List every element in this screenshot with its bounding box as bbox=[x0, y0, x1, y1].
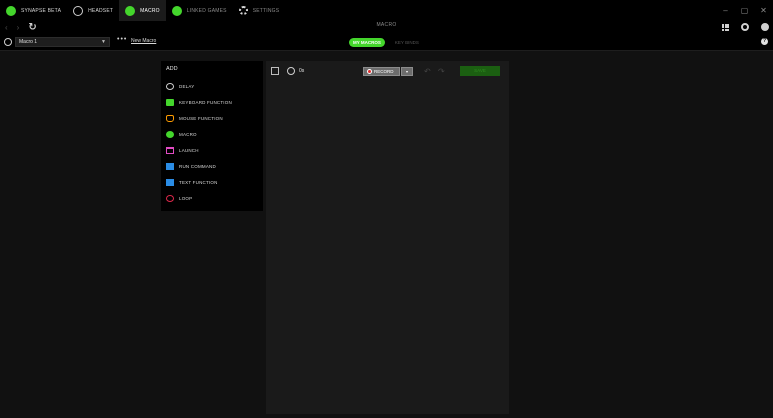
settings-gear-icon[interactable] bbox=[741, 23, 749, 31]
window-controls: – ▢ ✕ bbox=[716, 0, 773, 21]
help-icon[interactable]: ? bbox=[761, 38, 768, 45]
launch-icon bbox=[166, 146, 174, 154]
add-item-label: MOUSE FUNCTION bbox=[179, 115, 223, 121]
tab-settings[interactable]: SETTINGS bbox=[233, 0, 286, 21]
chevron-down-icon: ▼ bbox=[101, 39, 106, 45]
tab-label: MACRO bbox=[140, 7, 160, 14]
add-item-label: LAUNCH bbox=[179, 147, 199, 153]
minimize-button[interactable]: – bbox=[716, 6, 735, 15]
tab-label: LINKED GAMES bbox=[186, 7, 227, 14]
add-panel: ADD DELAY KEYBOARD FUNCTION MOUSE FUNCTI… bbox=[161, 61, 263, 211]
macro-duration: 0s bbox=[299, 68, 305, 74]
clock-icon bbox=[287, 67, 295, 75]
redo-button[interactable]: ↷ bbox=[438, 67, 445, 76]
add-item-label: RUN COMMAND bbox=[179, 163, 216, 169]
tab-synapse-beta[interactable]: SYNAPSE BETA bbox=[0, 0, 67, 21]
tab-label: SETTINGS bbox=[252, 7, 280, 14]
tab-label: HEADSET bbox=[88, 7, 114, 14]
globe-icon[interactable] bbox=[4, 38, 12, 46]
add-item-label: KEYBOARD FUNCTION bbox=[179, 99, 232, 105]
add-launch-item[interactable]: LAUNCH bbox=[166, 145, 199, 155]
razer-logo-icon bbox=[6, 5, 16, 16]
macro-icon bbox=[166, 130, 174, 138]
maximize-button[interactable]: ▢ bbox=[735, 6, 754, 15]
record-dot-icon bbox=[367, 69, 372, 74]
loop-icon bbox=[166, 194, 174, 202]
add-run-command-item[interactable]: RUN COMMAND bbox=[166, 161, 216, 171]
macro-editor: 0s RECORD ▾ ↶ ↷ SAVE bbox=[266, 61, 509, 414]
undo-button[interactable]: ↶ bbox=[424, 67, 431, 76]
tab-linked-games[interactable]: LINKED GAMES bbox=[166, 0, 233, 21]
clock-icon bbox=[166, 82, 174, 90]
view-tabs: MY MACROS KEY BINDS bbox=[349, 37, 423, 47]
add-macro-item[interactable]: MACRO bbox=[166, 129, 197, 139]
mouse-icon bbox=[166, 114, 174, 122]
tab-my-macros[interactable]: MY MACROS bbox=[349, 37, 385, 47]
tab-key-binds[interactable]: KEY BINDS bbox=[391, 38, 423, 47]
add-item-label: TEXT FUNCTION bbox=[179, 179, 218, 185]
record-button[interactable]: RECORD bbox=[363, 67, 400, 76]
apps-grid-icon[interactable] bbox=[722, 23, 729, 31]
title-bar: SYNAPSE BETA HEADSET MACRO LINKED GAMES … bbox=[0, 0, 773, 21]
add-panel-title: ADD bbox=[166, 66, 178, 72]
add-item-label: DELAY bbox=[179, 83, 195, 89]
macro-toolbar: Macro 1 ▼ ••• New Macro MY MACROS KEY BI… bbox=[0, 33, 773, 51]
add-text-function-item[interactable]: TEXT FUNCTION bbox=[166, 177, 218, 187]
tab-headset[interactable]: HEADSET bbox=[67, 0, 119, 21]
text-icon bbox=[166, 178, 174, 186]
add-keyboard-function-item[interactable]: KEYBOARD FUNCTION bbox=[166, 97, 232, 107]
record-label: RECORD bbox=[374, 69, 394, 74]
nav-row: ‹ › ↻ MACRO bbox=[0, 21, 773, 33]
add-loop-item[interactable]: LOOP bbox=[166, 193, 192, 203]
terminal-icon bbox=[166, 162, 174, 170]
add-item-label: MACRO bbox=[179, 131, 197, 137]
save-button[interactable]: SAVE bbox=[460, 66, 500, 76]
tab-macro[interactable]: MACRO bbox=[119, 0, 166, 21]
editor-toolbar: 0s RECORD ▾ ↶ ↷ SAVE bbox=[266, 61, 509, 82]
macro-select-value: Macro 1 bbox=[19, 39, 38, 45]
link-icon bbox=[171, 5, 182, 16]
macro-icon bbox=[125, 5, 136, 16]
new-macro-link[interactable]: New Macro bbox=[131, 38, 156, 44]
page-title: MACRO bbox=[376, 22, 397, 28]
keyboard-icon bbox=[166, 98, 174, 106]
tab-label: SYNAPSE BETA bbox=[21, 7, 62, 14]
select-all-checkbox[interactable] bbox=[271, 67, 279, 75]
gear-icon bbox=[238, 6, 248, 15]
add-mouse-function-item[interactable]: MOUSE FUNCTION bbox=[166, 113, 223, 123]
more-options-button[interactable]: ••• bbox=[117, 36, 127, 43]
macro-select[interactable]: Macro 1 ▼ bbox=[15, 37, 110, 47]
headset-icon bbox=[73, 5, 84, 16]
add-delay-item[interactable]: DELAY bbox=[166, 81, 194, 91]
add-item-label: LOOP bbox=[179, 195, 193, 201]
record-options-dropdown[interactable]: ▾ bbox=[401, 67, 413, 76]
user-profile-icon[interactable] bbox=[761, 23, 769, 31]
header-actions bbox=[722, 21, 769, 33]
close-button[interactable]: ✕ bbox=[754, 6, 773, 15]
